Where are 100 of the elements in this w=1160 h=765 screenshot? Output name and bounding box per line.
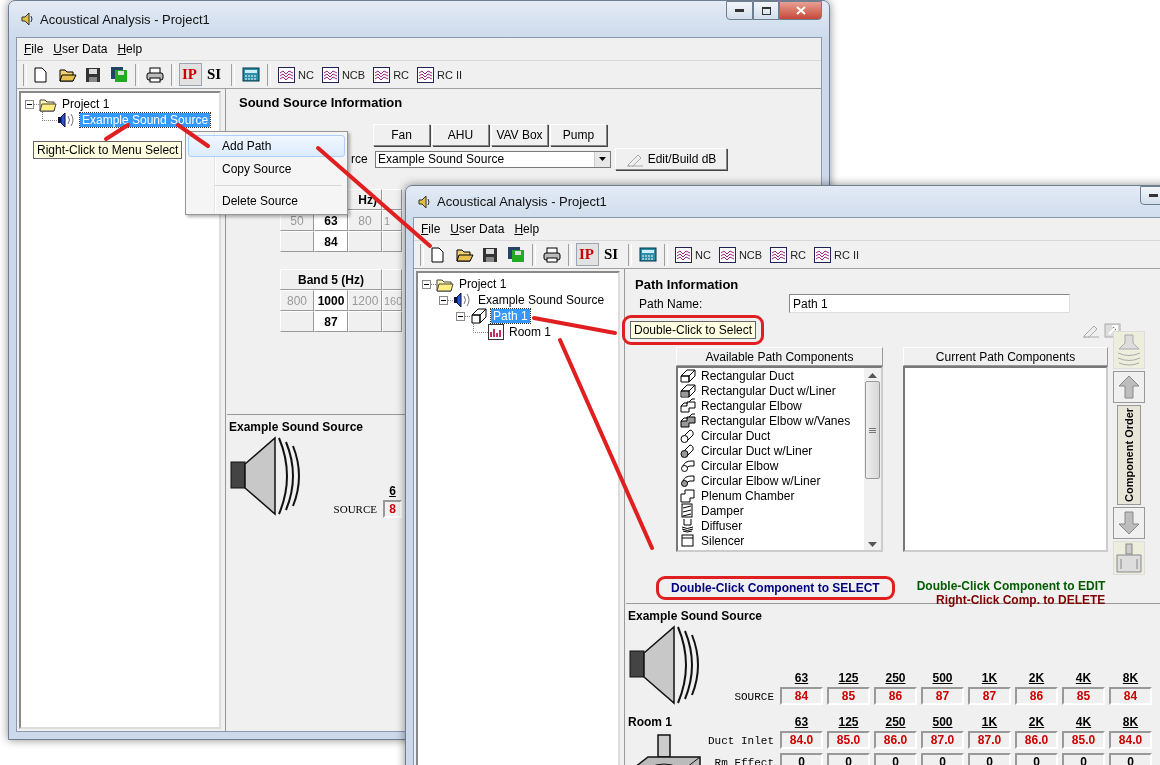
menu-item[interactable]: User Data xyxy=(445,222,510,236)
value-cell: 84 xyxy=(780,687,823,705)
source-dropdown[interactable]: Example Sound Source xyxy=(375,150,611,168)
folder-icon xyxy=(39,96,57,112)
calculator-icon xyxy=(242,67,260,82)
source-type-button[interactable]: AHU xyxy=(432,124,489,146)
source-type-button[interactable]: VAV Box xyxy=(491,124,548,146)
list-item[interactable]: Circular Duct xyxy=(680,428,864,443)
window-title: Acoustical Analysis - Project1 xyxy=(40,11,210,27)
tree-item[interactable]: Project 1 xyxy=(60,97,112,111)
edit-build-button[interactable]: Edit/Build dB xyxy=(615,148,727,170)
collapse-icon[interactable] xyxy=(25,99,34,109)
chart-icon xyxy=(417,66,434,83)
chart-button[interactable]: NC xyxy=(672,243,714,266)
unit-button[interactable]: SI xyxy=(601,243,624,266)
chart-button[interactable]: NCB xyxy=(318,63,369,86)
folder-icon xyxy=(59,67,77,82)
source-type-button[interactable]: Pump xyxy=(550,124,607,146)
list-item[interactable]: Rectangular Elbow xyxy=(680,398,864,413)
elbow-icon xyxy=(680,413,696,428)
summary-title: Room 1 xyxy=(628,715,673,729)
scroll-down-icon[interactable] xyxy=(868,542,877,548)
band-label: 4K xyxy=(1075,671,1092,685)
value-cell: 86.0 xyxy=(1015,731,1058,749)
plenum-icon xyxy=(680,488,696,503)
menu-item[interactable]: File xyxy=(416,222,446,236)
list-item[interactable]: Plenum Chamber xyxy=(680,488,864,503)
list-item[interactable]: Silencer xyxy=(680,533,864,548)
list-item[interactable]: Rectangular Elbow w/Vanes xyxy=(680,413,864,428)
list-item[interactable]: Rectangular Duct xyxy=(680,368,864,383)
chart-button[interactable]: RC xyxy=(767,243,809,266)
row-label: SOURCE xyxy=(734,691,775,703)
chart-button[interactable]: NCB xyxy=(715,243,766,266)
menu-item[interactable]: Add Path xyxy=(188,135,345,157)
speaker-icon xyxy=(20,11,34,27)
tree-item[interactable]: Project 1 xyxy=(457,277,509,291)
folder-icon xyxy=(456,247,474,262)
list-item[interactable]: Rectangular Duct w/Liner xyxy=(680,383,864,398)
new-file-icon xyxy=(431,246,444,263)
band-label: 250 xyxy=(885,671,906,685)
save-icon xyxy=(85,66,101,83)
band-label: 8K xyxy=(1122,715,1139,729)
list-item[interactable]: Circular Elbow xyxy=(680,458,864,473)
band-label: 125 xyxy=(838,715,859,729)
collapse-icon[interactable] xyxy=(456,311,465,321)
menu-item[interactable]: Help xyxy=(112,42,148,56)
menu-item[interactable]: Copy Source xyxy=(188,158,345,180)
band-label: 2K xyxy=(1028,715,1045,729)
section-heading: Path Information xyxy=(634,276,740,294)
chart-button[interactable]: RC xyxy=(370,63,412,86)
band-label: 250 xyxy=(885,715,906,729)
chart-button[interactable]: NC xyxy=(275,63,317,86)
chart-button[interactable]: RC II xyxy=(414,63,466,86)
menu-item[interactable]: User Data xyxy=(48,42,113,56)
save-all-icon xyxy=(507,246,525,263)
diffuser-icon xyxy=(680,518,696,533)
frequency-cell[interactable]: 1000 xyxy=(314,290,348,311)
duct-icon xyxy=(470,308,488,324)
diffuser-icon xyxy=(1113,331,1145,369)
round-elbow-icon xyxy=(680,473,696,488)
new-file-icon xyxy=(34,66,47,83)
unit-button[interactable]: SI xyxy=(204,63,227,86)
source-type-button[interactable]: Fan xyxy=(373,124,430,146)
scrollbar[interactable] xyxy=(864,368,881,550)
round-elbow-icon xyxy=(680,458,696,473)
close-icon xyxy=(795,6,806,15)
unit-button[interactable]: IP xyxy=(576,243,599,266)
value-cell: 87 xyxy=(968,687,1011,705)
tree-item[interactable]: Example Sound Source xyxy=(476,293,607,307)
tooltip: Right-Click to Menu Select xyxy=(33,141,183,159)
maximize-icon xyxy=(761,6,771,15)
chart-button[interactable]: RC II xyxy=(811,243,863,266)
value-cell: 84 xyxy=(1109,687,1152,705)
list-item[interactable]: Circular Duct w/Liner xyxy=(680,443,864,458)
minimize-icon xyxy=(735,9,744,12)
tree-item[interactable]: Room 1 xyxy=(507,325,554,339)
caret-icon xyxy=(599,157,606,161)
minimize-button[interactable] xyxy=(1140,186,1160,205)
path-name-field[interactable]: Path 1 xyxy=(789,294,1070,313)
silencer-icon xyxy=(680,533,696,548)
unit-button[interactable]: IP xyxy=(179,63,202,86)
list-item[interactable]: Damper xyxy=(680,503,864,518)
section-heading: Sound Source Information xyxy=(238,94,404,112)
menu-item[interactable]: Help xyxy=(509,222,545,236)
value-cell: 85.0 xyxy=(1062,731,1105,749)
band-label: 500 xyxy=(932,671,953,685)
maximize-button[interactable] xyxy=(753,1,779,20)
list-item[interactable]: Diffuser xyxy=(680,518,864,533)
scroll-up-icon[interactable] xyxy=(868,372,877,378)
minimize-button[interactable] xyxy=(726,1,753,20)
close-button[interactable] xyxy=(779,1,822,20)
speaker-icon xyxy=(417,193,431,210)
row-label: SOURCE xyxy=(333,503,378,515)
value-cell: 87.0 xyxy=(921,731,964,749)
list-item[interactable]: Circular Elbow w/Liner xyxy=(680,473,864,488)
collapse-icon[interactable] xyxy=(439,295,448,305)
chart-icon xyxy=(814,246,831,263)
menu-item[interactable]: File xyxy=(19,42,49,56)
hint-text: Right-Click Comp. to DELETE xyxy=(936,593,1106,607)
collapse-icon[interactable] xyxy=(422,279,431,289)
